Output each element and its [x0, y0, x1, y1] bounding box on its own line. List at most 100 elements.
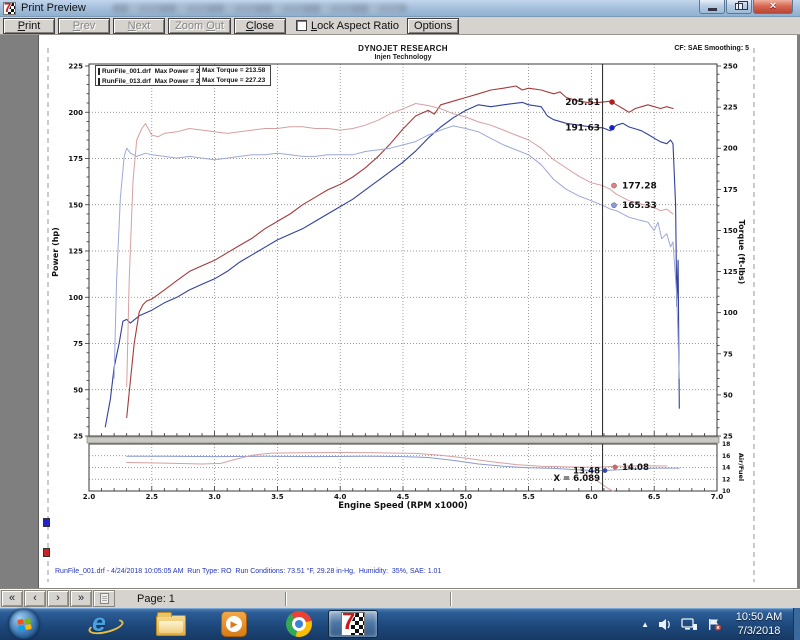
status-bar: « ‹ › » Page: 1 — [0, 588, 800, 608]
taskbar-clock[interactable]: 10:50 AM 7/3/2018 — [728, 610, 790, 638]
svg-text:125: 125 — [723, 268, 738, 276]
legend-row: RunFile_013.drf Max Power = 214.17 Max T… — [96, 76, 270, 86]
internet-explorer-icon[interactable]: e — [92, 611, 119, 637]
run-swatch-red — [43, 548, 50, 557]
restore-button[interactable] — [726, 0, 752, 14]
svg-text:4.5: 4.5 — [397, 493, 410, 501]
svg-text:200: 200 — [68, 109, 83, 117]
value-label: 205.51 — [565, 98, 600, 108]
prev-button[interactable]: Prev — [58, 18, 110, 34]
svg-text:12: 12 — [722, 476, 730, 483]
close-button[interactable]: Close — [234, 18, 286, 34]
restore-icon — [735, 3, 743, 10]
speaker-icon[interactable] — [658, 618, 672, 631]
page-icon — [100, 593, 109, 604]
tray-expand-icon[interactable]: ▲ — [641, 620, 649, 629]
page-setup-button[interactable] — [93, 590, 115, 607]
clock-time: 10:50 AM — [728, 610, 790, 624]
svg-text:10: 10 — [722, 488, 730, 495]
options-button[interactable]: Options — [407, 18, 459, 34]
svg-text:2.5: 2.5 — [146, 493, 159, 501]
svg-text:Air/Fuel: Air/Fuel — [737, 453, 745, 481]
svg-text:250: 250 — [723, 63, 738, 71]
lock-aspect-ratio-label: Lock Aspect Ratio — [311, 20, 399, 32]
run-swatch-blue — [43, 518, 50, 527]
svg-text:125: 125 — [68, 248, 83, 256]
svg-text:7.0: 7.0 — [711, 493, 724, 501]
dynojet-app-icon: 7 — [341, 612, 365, 636]
svg-text:150: 150 — [68, 201, 83, 209]
window-title: Print Preview — [21, 2, 86, 14]
svg-text:14: 14 — [722, 465, 730, 472]
series-af-sp1123 — [127, 453, 667, 468]
series-power-baseline — [105, 102, 679, 426]
svg-text:75: 75 — [723, 350, 733, 358]
value-label: 191.63 — [565, 124, 600, 134]
svg-text:225: 225 — [723, 104, 738, 112]
svg-text:175: 175 — [723, 186, 738, 194]
svg-text:50: 50 — [73, 386, 83, 394]
svg-text:18: 18 — [722, 441, 730, 448]
svg-text:225: 225 — [68, 63, 83, 71]
redacted-title-text — [112, 4, 407, 13]
gridlines — [89, 64, 717, 491]
svg-text:6.5: 6.5 — [648, 493, 661, 501]
svg-text:3.0: 3.0 — [208, 493, 221, 501]
svg-text:5.5: 5.5 — [522, 493, 535, 501]
start-button[interactable] — [9, 609, 39, 639]
correction-factor-label: CF: SAE Smoothing: 5 — [674, 45, 749, 52]
action-center-flag-icon[interactable] — [707, 618, 722, 631]
dyno-company: DYNOJET RESEARCH — [89, 44, 717, 53]
chart-legend: RunFile_001.drf Max Power = 205.32 Max T… — [95, 65, 271, 86]
prev-page-button[interactable]: ‹ — [24, 590, 46, 607]
svg-text:2.0: 2.0 — [83, 493, 96, 501]
svg-text:25: 25 — [73, 433, 83, 441]
minimize-button[interactable] — [699, 0, 725, 14]
lock-aspect-ratio-checkbox[interactable] — [296, 20, 307, 31]
zoom-out-button[interactable]: Zoom Out — [168, 18, 231, 34]
legend-swatch-red — [98, 78, 100, 85]
series-torque-baseline — [114, 126, 679, 379]
minimize-icon — [708, 8, 717, 11]
preview-area: 225 200 175 150 125 100 75 50 25 250 225 200 175 150 1… — [0, 35, 800, 588]
windows-flag-icon — [17, 618, 31, 631]
svg-text:14.08: 14.08 — [622, 463, 649, 473]
title-bar: 7 Print Preview × — [0, 0, 800, 17]
play-icon: ▶ — [226, 616, 242, 632]
close-window-button[interactable]: × — [753, 0, 793, 14]
svg-text:6.0: 6.0 — [585, 493, 598, 501]
svg-text:75: 75 — [73, 340, 83, 348]
svg-text:175: 175 — [68, 155, 83, 163]
svg-text:200: 200 — [723, 145, 738, 153]
page-number-label: Page: 1 — [137, 593, 175, 605]
svg-text:100: 100 — [68, 294, 83, 302]
svg-text:Engine Speed (RPM x1000): Engine Speed (RPM x1000) — [338, 501, 468, 511]
svg-text:25: 25 — [723, 433, 733, 441]
svg-text:Torque (ft-lbs): Torque (ft-lbs) — [737, 220, 746, 285]
statusbar-divider — [450, 592, 452, 606]
screen: 7 Print Preview × Print Prev Next Zoom O… — [0, 0, 800, 640]
svg-text:150: 150 — [723, 227, 738, 235]
svg-text:Power (hp): Power (hp) — [51, 227, 60, 277]
svg-text:5.0: 5.0 — [460, 493, 473, 501]
legend-row: RunFile_001.drf Max Power = 205.32 Max T… — [96, 66, 270, 76]
media-player-icon[interactable]: ▶ — [221, 611, 248, 637]
svg-text:100: 100 — [723, 309, 738, 317]
chrome-icon[interactable] — [286, 611, 313, 637]
svg-text:165.33: 165.33 — [622, 201, 657, 211]
taskbar-dynojet-app-button[interactable]: 7 — [328, 610, 378, 638]
system-tray: ▲ — [641, 608, 722, 640]
svg-text:177.28: 177.28 — [622, 182, 657, 192]
show-desktop-button[interactable] — [793, 608, 800, 640]
network-icon[interactable] — [681, 618, 698, 631]
chart-separator — [87, 437, 719, 443]
first-page-button[interactable]: « — [1, 590, 23, 607]
next-page-button[interactable]: › — [47, 590, 69, 607]
file-explorer-icon[interactable] — [156, 611, 183, 637]
last-page-button[interactable]: » — [70, 590, 92, 607]
clock-date: 7/3/2018 — [728, 624, 790, 638]
next-button[interactable]: Next — [113, 18, 165, 34]
dyno-chart: 225 200 175 150 125 100 75 50 25 250 225 200 175 150 1… — [39, 35, 798, 588]
print-button[interactable]: Print — [3, 18, 55, 34]
app-icon: 7 — [3, 2, 16, 15]
